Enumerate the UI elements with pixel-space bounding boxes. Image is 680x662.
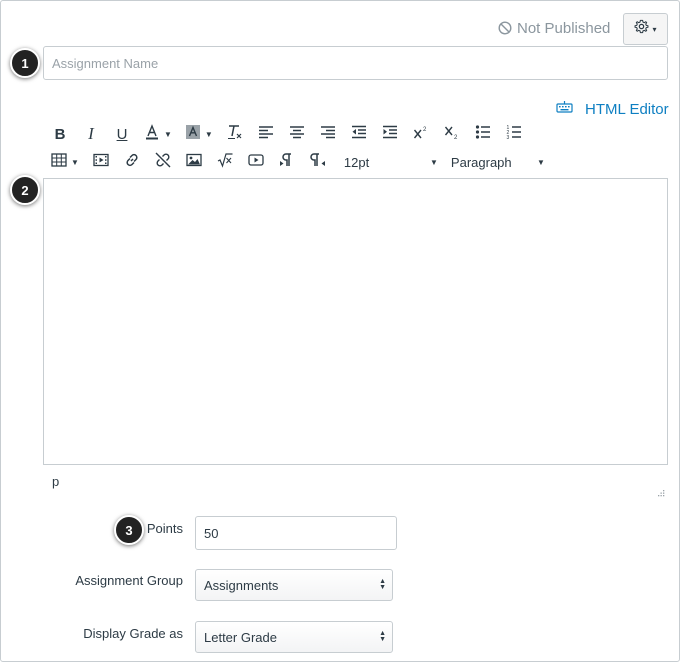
keyboard-icon bbox=[556, 100, 573, 118]
publish-status-label: Not Published bbox=[517, 19, 611, 37]
italic-button[interactable]: I bbox=[79, 122, 103, 146]
chevron-down-icon: ▾ bbox=[652, 24, 657, 34]
outdent-button[interactable] bbox=[347, 122, 371, 146]
unlink-button[interactable] bbox=[151, 150, 175, 174]
outdent-icon bbox=[351, 124, 367, 144]
not-published-icon bbox=[498, 21, 512, 35]
publish-status: Not Published bbox=[498, 18, 610, 38]
display-grade-select[interactable]: Letter Grade ▲ ▼ bbox=[195, 621, 393, 653]
media-button[interactable] bbox=[89, 150, 113, 174]
align-center-button[interactable] bbox=[285, 122, 309, 146]
callout-badge-2: 2 bbox=[10, 175, 40, 205]
italic-icon: I bbox=[88, 124, 94, 143]
rich-content-editor[interactable] bbox=[43, 178, 668, 465]
text-color-button[interactable]: ▼ bbox=[141, 122, 175, 146]
callout-badge-1: 1 bbox=[10, 48, 40, 78]
clear-formatting-icon bbox=[227, 124, 243, 144]
editor-toolbar-row-1: B I U ▼ ▼ 2 2 123 bbox=[48, 122, 533, 146]
svg-text:3: 3 bbox=[506, 135, 509, 140]
align-right-button[interactable] bbox=[316, 122, 340, 146]
indent-button[interactable] bbox=[378, 122, 402, 146]
align-right-icon bbox=[320, 124, 336, 144]
svg-text:2: 2 bbox=[454, 135, 458, 140]
svg-text:2: 2 bbox=[423, 127, 427, 133]
font-size-select[interactable]: 12pt ▼ bbox=[341, 150, 441, 174]
background-color-icon bbox=[185, 124, 201, 144]
chevron-down-icon: ▼ bbox=[430, 157, 438, 167]
underline-button[interactable]: U bbox=[110, 122, 134, 146]
table-button[interactable]: ▼ bbox=[48, 150, 82, 174]
play-video-icon bbox=[248, 152, 264, 172]
superscript-button[interactable]: 2 bbox=[409, 122, 433, 146]
background-color-button[interactable]: ▼ bbox=[182, 122, 216, 146]
points-input[interactable] bbox=[195, 516, 397, 550]
unlink-icon bbox=[155, 152, 171, 172]
html-editor-link[interactable]: HTML Editor bbox=[556, 99, 669, 119]
bold-icon: B bbox=[54, 125, 66, 143]
align-center-icon bbox=[289, 124, 305, 144]
subscript-button[interactable]: 2 bbox=[440, 122, 464, 146]
subscript-icon: 2 bbox=[444, 124, 460, 144]
assignment-name-input[interactable] bbox=[43, 46, 668, 80]
right-to-left-button[interactable] bbox=[306, 150, 330, 174]
select-arrows-icon: ▲ ▼ bbox=[379, 630, 386, 643]
select-arrows-icon: ▲ ▼ bbox=[379, 578, 386, 591]
indent-icon bbox=[382, 124, 398, 144]
left-to-right-button[interactable] bbox=[275, 150, 299, 174]
equation-button[interactable] bbox=[213, 150, 237, 174]
gear-icon bbox=[634, 19, 649, 39]
numbered-list-icon: 123 bbox=[506, 124, 522, 144]
points-label: Points bbox=[146, 521, 183, 536]
link-icon bbox=[124, 152, 140, 172]
display-grade-label: Display Grade as bbox=[83, 626, 183, 641]
block-format-value: Paragraph bbox=[450, 154, 512, 170]
film-icon bbox=[93, 152, 109, 172]
display-grade-value: Letter Grade bbox=[204, 629, 277, 645]
assignment-group-label: Assignment Group bbox=[75, 573, 183, 588]
pilcrow-ltr-icon bbox=[279, 152, 295, 172]
text-color-icon bbox=[144, 124, 160, 144]
editor-status-path: p bbox=[52, 474, 60, 489]
assignment-group-value: Assignments bbox=[204, 577, 279, 593]
assignment-group-select[interactable]: Assignments ▲ ▼ bbox=[195, 569, 393, 601]
chevron-down-icon: ▼ bbox=[164, 129, 172, 139]
embed-video-button[interactable] bbox=[244, 150, 268, 174]
underline-icon: U bbox=[116, 125, 128, 143]
table-icon bbox=[51, 152, 67, 172]
bullet-list-button[interactable] bbox=[471, 122, 495, 146]
bullet-list-icon bbox=[475, 124, 491, 144]
block-format-select[interactable]: Paragraph ▼ bbox=[448, 150, 548, 174]
font-size-value: 12pt bbox=[343, 154, 370, 170]
chevron-down-icon: ▼ bbox=[71, 157, 79, 167]
square-root-icon bbox=[217, 152, 233, 172]
settings-menu-button[interactable]: ▾ bbox=[623, 13, 668, 45]
image-button[interactable] bbox=[182, 150, 206, 174]
clear-formatting-button[interactable] bbox=[223, 122, 247, 146]
align-left-button[interactable] bbox=[254, 122, 278, 146]
bold-button[interactable]: B bbox=[48, 122, 72, 146]
image-icon bbox=[186, 152, 202, 172]
html-editor-label: HTML Editor bbox=[585, 100, 669, 118]
link-button[interactable] bbox=[120, 150, 144, 174]
editor-toolbar-row-2: ▼ 12pt ▼ Paragraph ▼ bbox=[48, 150, 555, 174]
align-left-icon bbox=[258, 124, 274, 144]
pilcrow-rtl-icon bbox=[310, 152, 326, 172]
chevron-down-icon: ▼ bbox=[204, 129, 213, 139]
resize-handle-icon[interactable] bbox=[656, 485, 665, 497]
superscript-icon: 2 bbox=[413, 124, 429, 144]
numbered-list-button[interactable]: 123 bbox=[502, 122, 526, 146]
chevron-down-icon: ▼ bbox=[537, 157, 545, 167]
